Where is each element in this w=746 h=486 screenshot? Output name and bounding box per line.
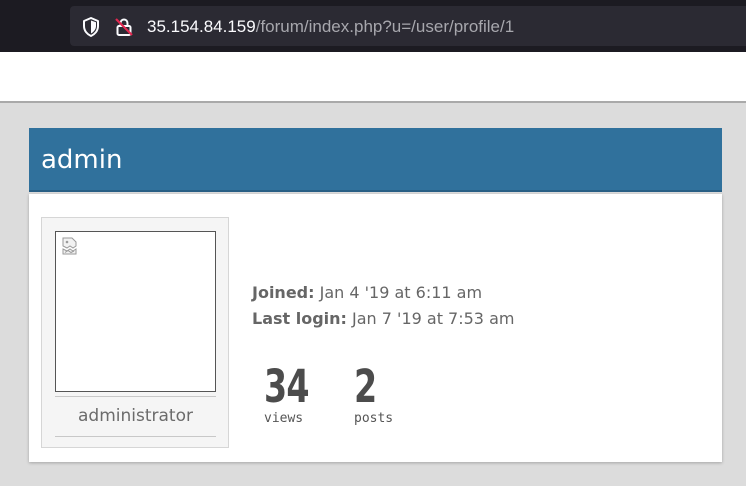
views-stat: 34 views [264, 361, 325, 427]
last-login-value: Jan 7 '19 at 7:53 am [346, 309, 515, 328]
profile-header: admin [29, 128, 722, 192]
browser-toolbar: 35.154.84.159/forum/index.php?u=/user/pr… [0, 0, 746, 52]
joined-value: Jan 4 '19 at 6:11 am [314, 283, 483, 302]
views-count: 34 [264, 360, 310, 413]
avatar-card: administrator [41, 217, 229, 448]
divider [55, 436, 216, 437]
insecure-lock-icon[interactable] [114, 17, 134, 37]
last-login-info: Last login: Jan 7 '19 at 7:53 am [252, 309, 514, 329]
profile-body: administrator Joined: Jan 4 '19 at 6:11 … [29, 194, 722, 462]
url-host: 35.154.84.159 [147, 17, 256, 36]
posts-label: posts [354, 411, 394, 426]
broken-image-icon [62, 237, 78, 255]
posts-count: 2 [354, 360, 377, 413]
views-label: views [264, 411, 304, 426]
forum-nav-bar [0, 52, 746, 103]
posts-stat: 2 posts [354, 361, 393, 427]
joined-label: Joined: [252, 283, 315, 302]
url-path: /forum/index.php?u=/user/profile/1 [255, 17, 515, 36]
shield-icon[interactable] [82, 17, 100, 37]
divider [55, 396, 216, 397]
last-login-label: Last login: [252, 309, 347, 328]
profile-username: admin [41, 145, 123, 175]
url-text[interactable]: 35.154.84.159/forum/index.php?u=/user/pr… [147, 17, 514, 37]
joined-info: Joined: Jan 4 '19 at 6:11 am [252, 283, 482, 303]
avatar [55, 231, 216, 392]
address-bar[interactable]: 35.154.84.159/forum/index.php?u=/user/pr… [70, 6, 746, 46]
user-role: administrator [78, 406, 193, 426]
